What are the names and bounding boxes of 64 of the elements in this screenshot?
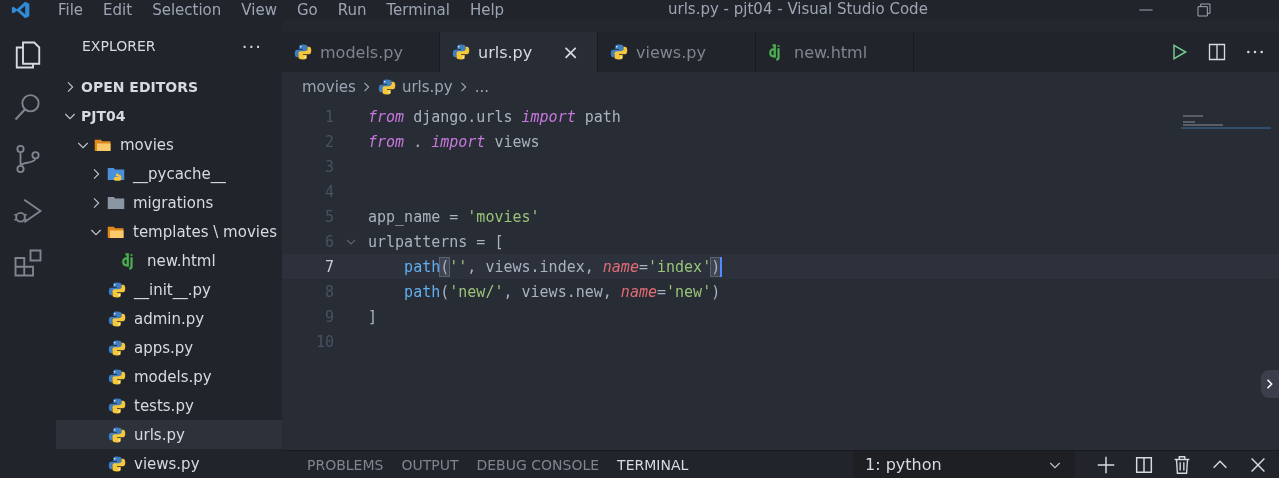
menu-item[interactable]: Terminal bbox=[376, 1, 460, 19]
python-file-icon bbox=[108, 280, 126, 299]
breadcrumb-separator-icon bbox=[361, 81, 372, 93]
python-file-icon bbox=[108, 338, 126, 357]
section-header[interactable]: OPEN EDITORS bbox=[56, 72, 282, 101]
code-line: path('', views.index, name='index') bbox=[403, 257, 721, 276]
restore-icon[interactable] bbox=[1196, 2, 1212, 18]
tree-item[interactable]: new.html bbox=[56, 246, 282, 275]
section-header[interactable]: PJT04 bbox=[56, 101, 282, 130]
tree-item[interactable]: __pycache__ bbox=[56, 159, 282, 188]
explorer-title: EXPLORER bbox=[82, 38, 156, 54]
breadcrumb-item[interactable]: ... bbox=[474, 78, 490, 96]
extensions-icon[interactable] bbox=[13, 248, 43, 278]
editor-tab[interactable]: urls.py × bbox=[440, 32, 598, 72]
tree-item[interactable]: migrations bbox=[56, 188, 282, 217]
menu-item[interactable]: View bbox=[231, 1, 287, 19]
search-icon[interactable] bbox=[13, 92, 43, 122]
more-actions-button[interactable]: ··· bbox=[241, 35, 262, 57]
python-file-icon bbox=[108, 425, 126, 444]
tree-item[interactable]: templates \ movies bbox=[56, 217, 282, 246]
breadcrumb-separator-icon bbox=[458, 81, 469, 93]
python-file-icon bbox=[452, 43, 470, 61]
python-file-icon bbox=[108, 454, 126, 473]
menu-item[interactable]: Selection bbox=[142, 1, 232, 19]
code-line: from . import views bbox=[368, 132, 540, 151]
tree-item[interactable]: movies bbox=[56, 130, 282, 159]
python-file-icon bbox=[108, 309, 126, 328]
code-line: from django.urls import path bbox=[368, 107, 621, 126]
line-number: 7 bbox=[323, 257, 334, 276]
code-line: path('new/', views.new, name='new') bbox=[403, 282, 721, 301]
panel-tab[interactable]: OUTPUT bbox=[392, 456, 468, 473]
code-line: ] bbox=[368, 307, 378, 326]
tree-item[interactable]: tests.py bbox=[56, 391, 282, 420]
tree-item[interactable]: models.py bbox=[56, 362, 282, 391]
python-file-icon bbox=[377, 78, 396, 96]
menu-item[interactable]: Run bbox=[327, 1, 377, 19]
python-file-icon bbox=[108, 396, 126, 415]
code-line: urlpatterns = [ bbox=[368, 232, 504, 251]
menu-item[interactable]: Edit bbox=[93, 1, 143, 19]
chevron-right-icon bbox=[1265, 378, 1275, 390]
split-editor-icon[interactable] bbox=[1207, 42, 1227, 62]
expand-button[interactable] bbox=[1261, 370, 1279, 398]
python-file-icon bbox=[610, 43, 628, 61]
run-debug-icon[interactable] bbox=[13, 196, 43, 226]
breadcrumb-item[interactable]: urls.py bbox=[401, 78, 453, 96]
panel-tab[interactable]: DEBUG CONSOLE bbox=[467, 456, 609, 473]
tree-item[interactable]: __init__.py bbox=[56, 275, 282, 304]
tree-item[interactable]: apps.py bbox=[56, 333, 282, 362]
tree-item[interactable]: urls.py bbox=[56, 420, 282, 449]
python-file-icon bbox=[108, 367, 126, 386]
tree-item[interactable]: admin.py bbox=[56, 304, 282, 333]
code-line: app_name = 'movies' bbox=[368, 207, 540, 226]
files-icon[interactable] bbox=[13, 40, 43, 70]
menu-item[interactable]: Help bbox=[459, 1, 515, 19]
menu-item[interactable]: Go bbox=[286, 1, 328, 19]
terminal-dropdown[interactable]: 1: python bbox=[853, 450, 1075, 478]
breadcrumb-item[interactable]: movies bbox=[302, 78, 356, 96]
window-title: urls.py - pjt04 - Visual Studio Code bbox=[668, 0, 928, 18]
python-file-icon bbox=[294, 43, 312, 61]
menu-item[interactable]: File bbox=[48, 1, 94, 19]
panel-tab[interactable]: TERMINAL bbox=[608, 456, 698, 473]
text-cursor bbox=[720, 256, 723, 277]
tree-item[interactable]: views.py bbox=[56, 449, 282, 478]
panel-tab[interactable]: PROBLEMS bbox=[298, 456, 393, 473]
